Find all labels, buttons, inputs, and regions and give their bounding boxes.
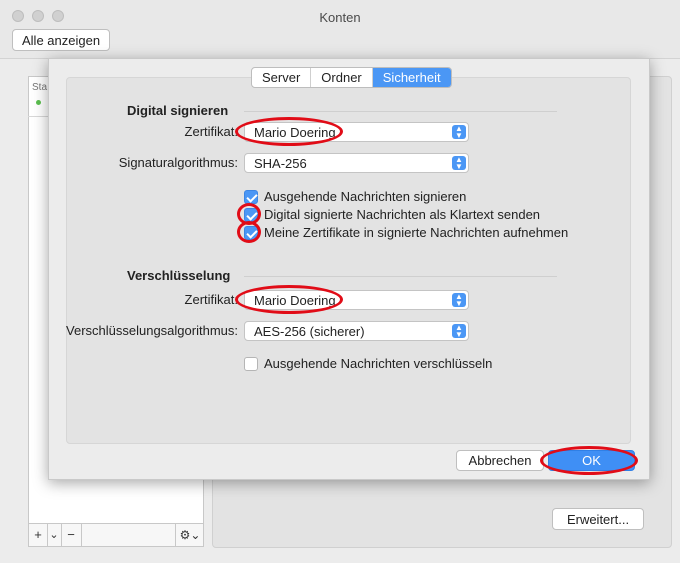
select-chevron-icon: ▲ ▼ bbox=[452, 324, 466, 339]
checkbox-checked-icon[interactable] bbox=[244, 208, 258, 222]
select-chevron-icon: ▲ ▼ bbox=[452, 156, 466, 171]
checkbox-unchecked-icon[interactable] bbox=[244, 357, 258, 371]
window-title: Konten bbox=[319, 10, 361, 25]
add-menu-chevron-icon[interactable]: ⌄ bbox=[47, 524, 62, 546]
encryption-algorithm-select[interactable]: AES-256 (sicherer) ▲ ▼ bbox=[244, 321, 469, 341]
signing-algorithm-label: Signaturalgorithmus: bbox=[118, 155, 238, 170]
checkbox-checked-icon[interactable] bbox=[244, 190, 258, 204]
ok-button[interactable]: OK bbox=[548, 450, 635, 471]
signing-section-title: Digital signieren bbox=[127, 103, 229, 118]
encryption-algorithm-label: Verschlüsselungsalgorithmus: bbox=[66, 323, 238, 338]
encryption-section-title: Verschlüsselung bbox=[127, 268, 231, 283]
sign-outgoing-checkbox[interactable]: Ausgehende Nachrichten signieren bbox=[244, 188, 564, 206]
signing-certificate-select[interactable]: Mario Doering ▲ ▼ bbox=[244, 122, 469, 142]
show-all-button[interactable]: Alle anzeigen bbox=[12, 29, 111, 51]
accounts-toolbar: + ⌄ − ⚙⌄ bbox=[28, 523, 204, 547]
account-status-dot bbox=[36, 100, 41, 105]
tab-bar: Server Ordner Sicherheit bbox=[251, 67, 452, 88]
select-chevron-icon: ▲ ▼ bbox=[452, 293, 466, 308]
signing-certificate-label: Zertifikat: bbox=[184, 124, 238, 139]
encryption-separator bbox=[244, 276, 557, 277]
cancel-button[interactable]: Abbrechen bbox=[456, 450, 544, 471]
advanced-button[interactable]: Erweitert... bbox=[552, 508, 644, 530]
gear-menu-icon[interactable]: ⚙⌄ bbox=[175, 524, 204, 546]
include-certificates-checkbox[interactable]: Meine Zertifikate in signierte Nachricht… bbox=[244, 224, 574, 242]
add-account-button[interactable]: + bbox=[29, 524, 48, 546]
signing-separator bbox=[244, 111, 557, 112]
encryption-certificate-select[interactable]: Mario Doering ▲ ▼ bbox=[244, 290, 469, 310]
remove-account-button[interactable]: − bbox=[61, 524, 82, 546]
tab-ordner[interactable]: Ordner bbox=[311, 68, 373, 87]
tab-server[interactable]: Server bbox=[252, 68, 312, 87]
signing-algorithm-select[interactable]: SHA-256 ▲ ▼ bbox=[244, 153, 469, 173]
select-chevron-icon: ▲ ▼ bbox=[452, 125, 466, 140]
encryption-certificate-label: Zertifikat: bbox=[184, 292, 238, 307]
encrypt-outgoing-checkbox[interactable]: Ausgehende Nachrichten verschlüsseln bbox=[244, 355, 544, 373]
tab-sicherheit[interactable]: Sicherheit bbox=[372, 68, 451, 87]
checkbox-checked-icon[interactable] bbox=[244, 226, 258, 240]
send-cleartext-signed-checkbox[interactable]: Digital signierte Nachrichten als Klarte… bbox=[244, 206, 564, 224]
